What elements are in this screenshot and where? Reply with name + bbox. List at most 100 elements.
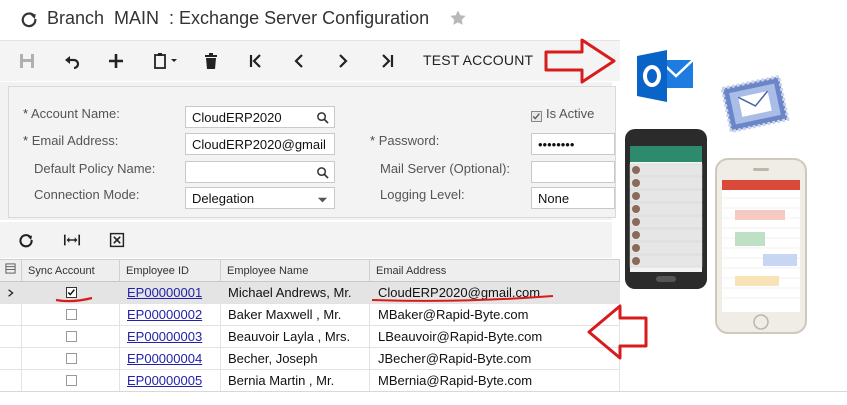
email-address-cell: MBernia@Rapid-Byte.com [370, 370, 620, 392]
check-icon [532, 113, 540, 120]
table-row[interactable]: EP00000002 Baker Maxwell , Mr. MBaker@Ra… [0, 304, 620, 326]
row-indicator [0, 326, 22, 348]
export-excel-icon [109, 232, 125, 248]
table-row[interactable]: EP00000001 Michael Andrews, Mr. CloudERP… [0, 282, 620, 304]
employee-name-cell: Beauvoir Layla , Mrs. [221, 326, 370, 348]
email-address-cell: JBecher@Rapid-Byte.com [370, 348, 620, 370]
default-policy-field[interactable] [185, 161, 335, 183]
column-sync-account[interactable]: Sync Account [22, 260, 120, 282]
account-name-field[interactable]: CloudERP2020 [185, 106, 335, 128]
iphone-image [715, 158, 807, 334]
divider [0, 391, 847, 392]
employee-name-cell: Becher, Joseph [221, 348, 370, 370]
sync-cell [22, 370, 120, 392]
grid-refresh-button[interactable] [16, 230, 36, 250]
employee-id-link[interactable]: EP00000005 [127, 373, 202, 388]
account-name-label: * Account Name: [23, 106, 120, 121]
employee-id-link[interactable]: EP00000004 [127, 351, 202, 366]
employee-id-cell[interactable]: EP00000005 [120, 370, 221, 392]
connection-mode-select[interactable]: Delegation [185, 187, 335, 209]
sync-cell [22, 326, 120, 348]
sync-checkbox[interactable] [66, 375, 77, 386]
star-icon[interactable] [449, 9, 467, 27]
mail-stamp-icon [720, 74, 790, 134]
mail-server-field[interactable] [531, 161, 615, 183]
table-row[interactable]: EP00000003 Beauvoir Layla , Mrs. LBeauvo… [0, 326, 620, 348]
save-button[interactable] [15, 49, 39, 73]
add-icon [109, 54, 123, 68]
page-title: Branch MAIN : Exchange Server Configurat… [47, 8, 430, 28]
email-address-field[interactable]: CloudERP2020@gmail [185, 133, 335, 155]
first-icon [249, 54, 261, 68]
copy-paste-button[interactable] [148, 49, 184, 73]
column-employee-name[interactable]: Employee Name [221, 260, 370, 282]
sync-checkbox[interactable] [66, 287, 77, 298]
chevron-right-icon [8, 289, 14, 297]
table-row[interactable]: EP00000005 Bernia Martin , Mr. MBernia@R… [0, 370, 620, 392]
employee-name-cell: Bernia Martin , Mr. [221, 370, 370, 392]
table-row[interactable]: EP00000004 Becher, Joseph JBecher@Rapid-… [0, 348, 620, 370]
row-selector-header[interactable] [0, 260, 22, 282]
logging-level-select[interactable]: None [531, 187, 615, 209]
refresh-icon [19, 234, 33, 248]
next-icon [339, 54, 348, 68]
employee-id-cell[interactable]: EP00000002 [120, 304, 221, 326]
email-address-cell: LBeauvoir@Rapid-Byte.com [370, 326, 620, 348]
check-icon [67, 289, 75, 296]
employee-id-cell[interactable]: EP00000001 [120, 282, 221, 304]
last-record-button[interactable] [375, 49, 399, 73]
employee-name-cell: Michael Andrews, Mr. [221, 282, 370, 304]
fit-columns-icon [63, 234, 81, 246]
delete-button[interactable] [199, 49, 223, 73]
email-address-label: * Email Address: [23, 133, 119, 148]
copy-paste-icon [154, 53, 177, 69]
connection-mode-label: Connection Mode: [34, 187, 140, 202]
grid-toolbar [0, 222, 612, 258]
row-indicator [0, 304, 22, 326]
sync-cell [22, 282, 120, 304]
refresh-icon[interactable] [20, 10, 38, 28]
previous-record-button[interactable] [287, 49, 311, 73]
is-active-checkbox[interactable] [531, 111, 542, 122]
is-active-label: Is Active [546, 106, 595, 121]
row-indicator [0, 370, 22, 392]
undo-button[interactable] [60, 49, 84, 73]
dropdown-icon [317, 197, 328, 203]
employee-name-cell: Baker Maxwell , Mr. [221, 304, 370, 326]
save-icon [20, 54, 34, 68]
column-employee-id[interactable]: Employee ID [120, 260, 221, 282]
fit-columns-button[interactable] [62, 230, 82, 250]
test-account-button[interactable]: TEST ACCOUNT [423, 52, 533, 68]
employee-id-cell[interactable]: EP00000003 [120, 326, 221, 348]
android-phone-image [625, 129, 707, 289]
email-address-cell: MBaker@Rapid-Byte.com [370, 304, 620, 326]
add-button[interactable] [104, 49, 128, 73]
sync-cell [22, 348, 120, 370]
next-record-button[interactable] [331, 49, 355, 73]
column-email-address[interactable]: Email Address [370, 260, 620, 282]
employee-id-link[interactable]: EP00000002 [127, 307, 202, 322]
search-icon[interactable] [316, 111, 329, 124]
title-bar: Branch MAIN : Exchange Server Configurat… [0, 0, 620, 38]
first-record-button[interactable] [244, 49, 268, 73]
search-icon[interactable] [316, 166, 329, 179]
last-icon [382, 54, 394, 68]
logging-level-label: Logging Level: [380, 187, 465, 202]
export-excel-button[interactable] [107, 230, 127, 250]
sync-checkbox[interactable] [66, 309, 77, 320]
sync-checkbox[interactable] [66, 331, 77, 342]
password-field[interactable]: •••••••• [531, 133, 615, 155]
delete-icon [205, 53, 217, 69]
main-toolbar: TEST ACCOUNT [0, 40, 620, 81]
email-address-cell: CloudERP2020@gmail.com [370, 282, 620, 304]
mail-server-label: Mail Server (Optional): [380, 161, 511, 176]
previous-icon [294, 54, 303, 68]
sync-checkbox[interactable] [66, 353, 77, 364]
sync-cell [22, 304, 120, 326]
account-form: * Account Name: CloudERP2020 * Email Add… [8, 86, 616, 218]
employee-id-cell[interactable]: EP00000004 [120, 348, 221, 370]
employee-id-link[interactable]: EP00000001 [127, 285, 202, 300]
grid-settings-icon [5, 263, 16, 274]
employee-grid: Sync Account Employee ID Employee Name E… [0, 259, 620, 392]
employee-id-link[interactable]: EP00000003 [127, 329, 202, 344]
